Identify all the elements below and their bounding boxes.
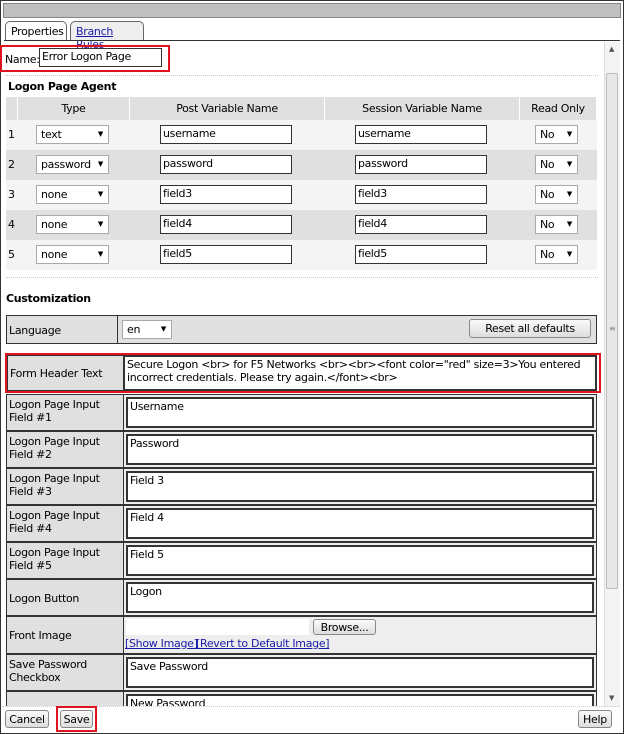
properties-panel: Name: Error Logon Page Logon Page Agent …: [0, 42, 604, 706]
post-variable-input[interactable]: username: [160, 125, 292, 144]
form-header-label: Form Header Text: [7, 355, 124, 391]
session-variable-input[interactable]: password: [355, 155, 487, 174]
type-value: none: [41, 218, 68, 231]
title-bar: [3, 3, 621, 18]
tab-properties[interactable]: Properties: [5, 21, 67, 41]
type-select[interactable]: text: [36, 125, 109, 144]
grip-icon: ≡: [609, 324, 616, 333]
column-header: Post Variable Name: [130, 97, 325, 120]
save-password-textarea[interactable]: Save Password: [126, 657, 594, 688]
table-row: 1 text username username No: [6, 120, 597, 150]
save-password-label: Save Password Checkbox: [6, 654, 124, 691]
divider: [6, 75, 598, 76]
table-row: 4 none field4 field4 No: [6, 210, 597, 240]
type-select[interactable]: password: [36, 155, 109, 174]
field-textarea[interactable]: Field 4: [126, 508, 594, 539]
row-number: 5: [8, 248, 15, 261]
type-value: none: [41, 248, 68, 261]
front-image-label: Front Image: [6, 616, 124, 654]
column-header: Read Only: [520, 97, 597, 120]
language-row: Language en Reset all defaults: [6, 315, 597, 344]
type-value: none: [41, 188, 68, 201]
session-variable-input[interactable]: field4: [355, 215, 487, 234]
browse-button[interactable]: Browse...: [313, 619, 376, 635]
field-label: Logon Page Input Field #5: [6, 542, 124, 579]
show-image-link[interactable]: [Show Image]: [125, 637, 198, 650]
language-label: Language: [9, 324, 61, 337]
row-number: 2: [8, 158, 15, 171]
read-only-value: No: [540, 158, 555, 171]
front-image-file-input[interactable]: [126, 619, 309, 635]
read-only-value: No: [540, 218, 555, 231]
table-row: 5 none field5 field5 No: [6, 240, 597, 270]
read-only-select[interactable]: No: [535, 125, 578, 144]
column-header: Type: [18, 97, 130, 120]
post-variable-input[interactable]: field4: [160, 215, 292, 234]
row-number: 4: [8, 218, 15, 231]
field-label: Logon Page Input Field #2: [6, 431, 124, 468]
field-textarea[interactable]: Username: [126, 397, 594, 428]
scrollbar-thumb[interactable]: ≡: [606, 73, 618, 589]
read-only-value: No: [540, 128, 555, 141]
field-textarea[interactable]: Field 5: [126, 545, 594, 576]
read-only-value: No: [540, 188, 555, 201]
post-variable-input[interactable]: field5: [160, 245, 292, 264]
field-label: Logon Button: [6, 579, 124, 616]
read-only-select[interactable]: No: [535, 185, 578, 204]
name-input[interactable]: Error Logon Page: [39, 48, 162, 67]
help-button[interactable]: Help: [578, 710, 612, 728]
field-label: Logon Page Input Field #3: [6, 468, 124, 505]
read-only-select[interactable]: No: [535, 155, 578, 174]
table-row: 3 none field3 field3 No: [6, 180, 597, 210]
revert-default-image-link[interactable]: [Revert to Default Image]: [196, 637, 330, 650]
field-textarea[interactable]: Password: [126, 434, 594, 465]
field-label: Logon Page Input Field #4: [6, 505, 124, 542]
session-variable-input[interactable]: field3: [355, 185, 487, 204]
language-value: en: [127, 323, 141, 336]
save-button[interactable]: Save: [60, 710, 93, 728]
scroll-down-icon[interactable]: ▼: [609, 694, 614, 702]
new-password-label: [6, 691, 124, 706]
divider: [6, 277, 598, 278]
form-header-textarea[interactable]: Secure Logon <br> for F5 Networks <br><b…: [123, 355, 597, 391]
type-select[interactable]: none: [36, 185, 109, 204]
type-value: text: [41, 128, 62, 141]
field-textarea[interactable]: Logon: [126, 582, 594, 613]
language-select[interactable]: en: [122, 320, 172, 339]
reset-all-defaults-button[interactable]: Reset all defaults: [469, 319, 591, 338]
read-only-value: No: [540, 248, 555, 261]
type-value: password: [41, 158, 91, 171]
read-only-select[interactable]: No: [535, 245, 578, 264]
post-variable-input[interactable]: password: [160, 155, 292, 174]
tab-divider: [4, 40, 620, 41]
scroll-up-icon[interactable]: ▲: [609, 45, 614, 53]
table-row: 2 password password password No: [6, 150, 597, 180]
type-select[interactable]: none: [36, 245, 109, 264]
column-header: Session Variable Name: [325, 97, 520, 120]
read-only-select[interactable]: No: [535, 215, 578, 234]
row-number: 1: [8, 128, 15, 141]
field-textarea[interactable]: Field 3: [126, 471, 594, 502]
field-label: Logon Page Input Field #1: [6, 394, 124, 431]
type-select[interactable]: none: [36, 215, 109, 234]
post-variable-input[interactable]: field3: [160, 185, 292, 204]
name-label: Name:: [5, 53, 40, 66]
customization-heading: Customization: [6, 292, 91, 305]
cancel-button[interactable]: Cancel: [5, 710, 49, 728]
session-variable-input[interactable]: username: [355, 125, 487, 144]
agent-table: Type Post Variable Name Session Variable N…: [6, 97, 597, 271]
session-variable-input[interactable]: field5: [355, 245, 487, 264]
tab-branch-rules[interactable]: Branch Rules: [70, 21, 144, 51]
tab-label: Properties: [11, 25, 64, 38]
new-password-textarea[interactable]: New Password: [126, 694, 594, 706]
row-number: 3: [8, 188, 15, 201]
logon-page-agent-heading: Logon Page Agent: [8, 80, 117, 93]
front-image-cell: Browse... [Show Image] [Revert to Defaul…: [123, 616, 597, 654]
